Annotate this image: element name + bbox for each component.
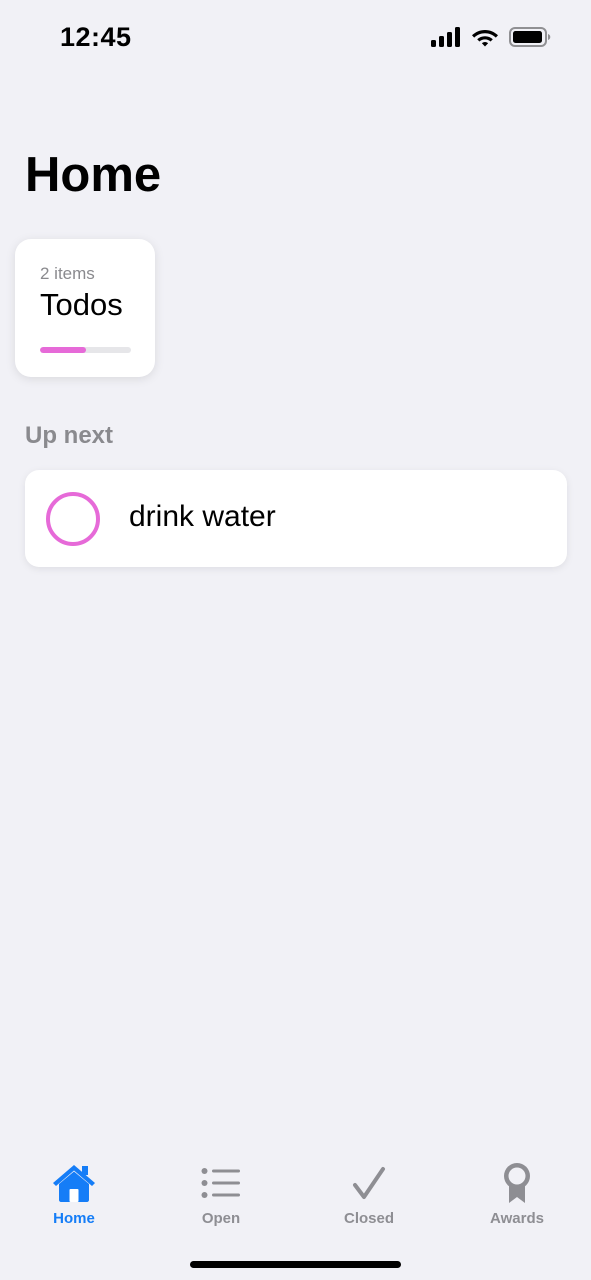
tab-home[interactable]: Home xyxy=(14,1160,134,1236)
tab-bar: Home Open Closed Awards xyxy=(0,1150,591,1240)
todos-progress-fill xyxy=(40,347,86,353)
tab-open-label: Open xyxy=(201,1210,241,1227)
award-icon xyxy=(493,1160,541,1206)
todos-count-label: 2 items xyxy=(40,264,95,283)
list-icon xyxy=(197,1160,245,1206)
status-time: 12:45 xyxy=(60,22,132,52)
tab-open[interactable]: Open xyxy=(161,1160,281,1236)
tab-home-label: Home xyxy=(53,1210,95,1227)
wifi-icon xyxy=(471,26,499,52)
home-indicator xyxy=(190,1261,401,1268)
todos-card-title: Todos xyxy=(40,287,123,322)
todo-item-label: drink water xyxy=(129,500,276,533)
list-item[interactable]: drink water xyxy=(25,470,567,567)
tab-closed-label: Closed xyxy=(343,1210,394,1227)
checkmark-icon xyxy=(345,1160,393,1206)
status-icons xyxy=(431,26,551,52)
cellular-signal-icon xyxy=(431,26,461,52)
tab-awards[interactable]: Awards xyxy=(457,1160,577,1236)
battery-icon xyxy=(509,26,551,52)
page-title: Home xyxy=(25,148,162,202)
todos-list-card[interactable]: 2 items Todos xyxy=(15,239,155,377)
tab-closed[interactable]: Closed xyxy=(309,1160,429,1236)
todos-progress-bar xyxy=(40,347,131,353)
house-icon xyxy=(50,1160,98,1206)
circle-outline-icon[interactable] xyxy=(46,492,100,546)
status-bar: 12:45 xyxy=(0,0,591,80)
up-next-header: Up next xyxy=(25,422,114,449)
tab-awards-label: Awards xyxy=(490,1210,544,1227)
